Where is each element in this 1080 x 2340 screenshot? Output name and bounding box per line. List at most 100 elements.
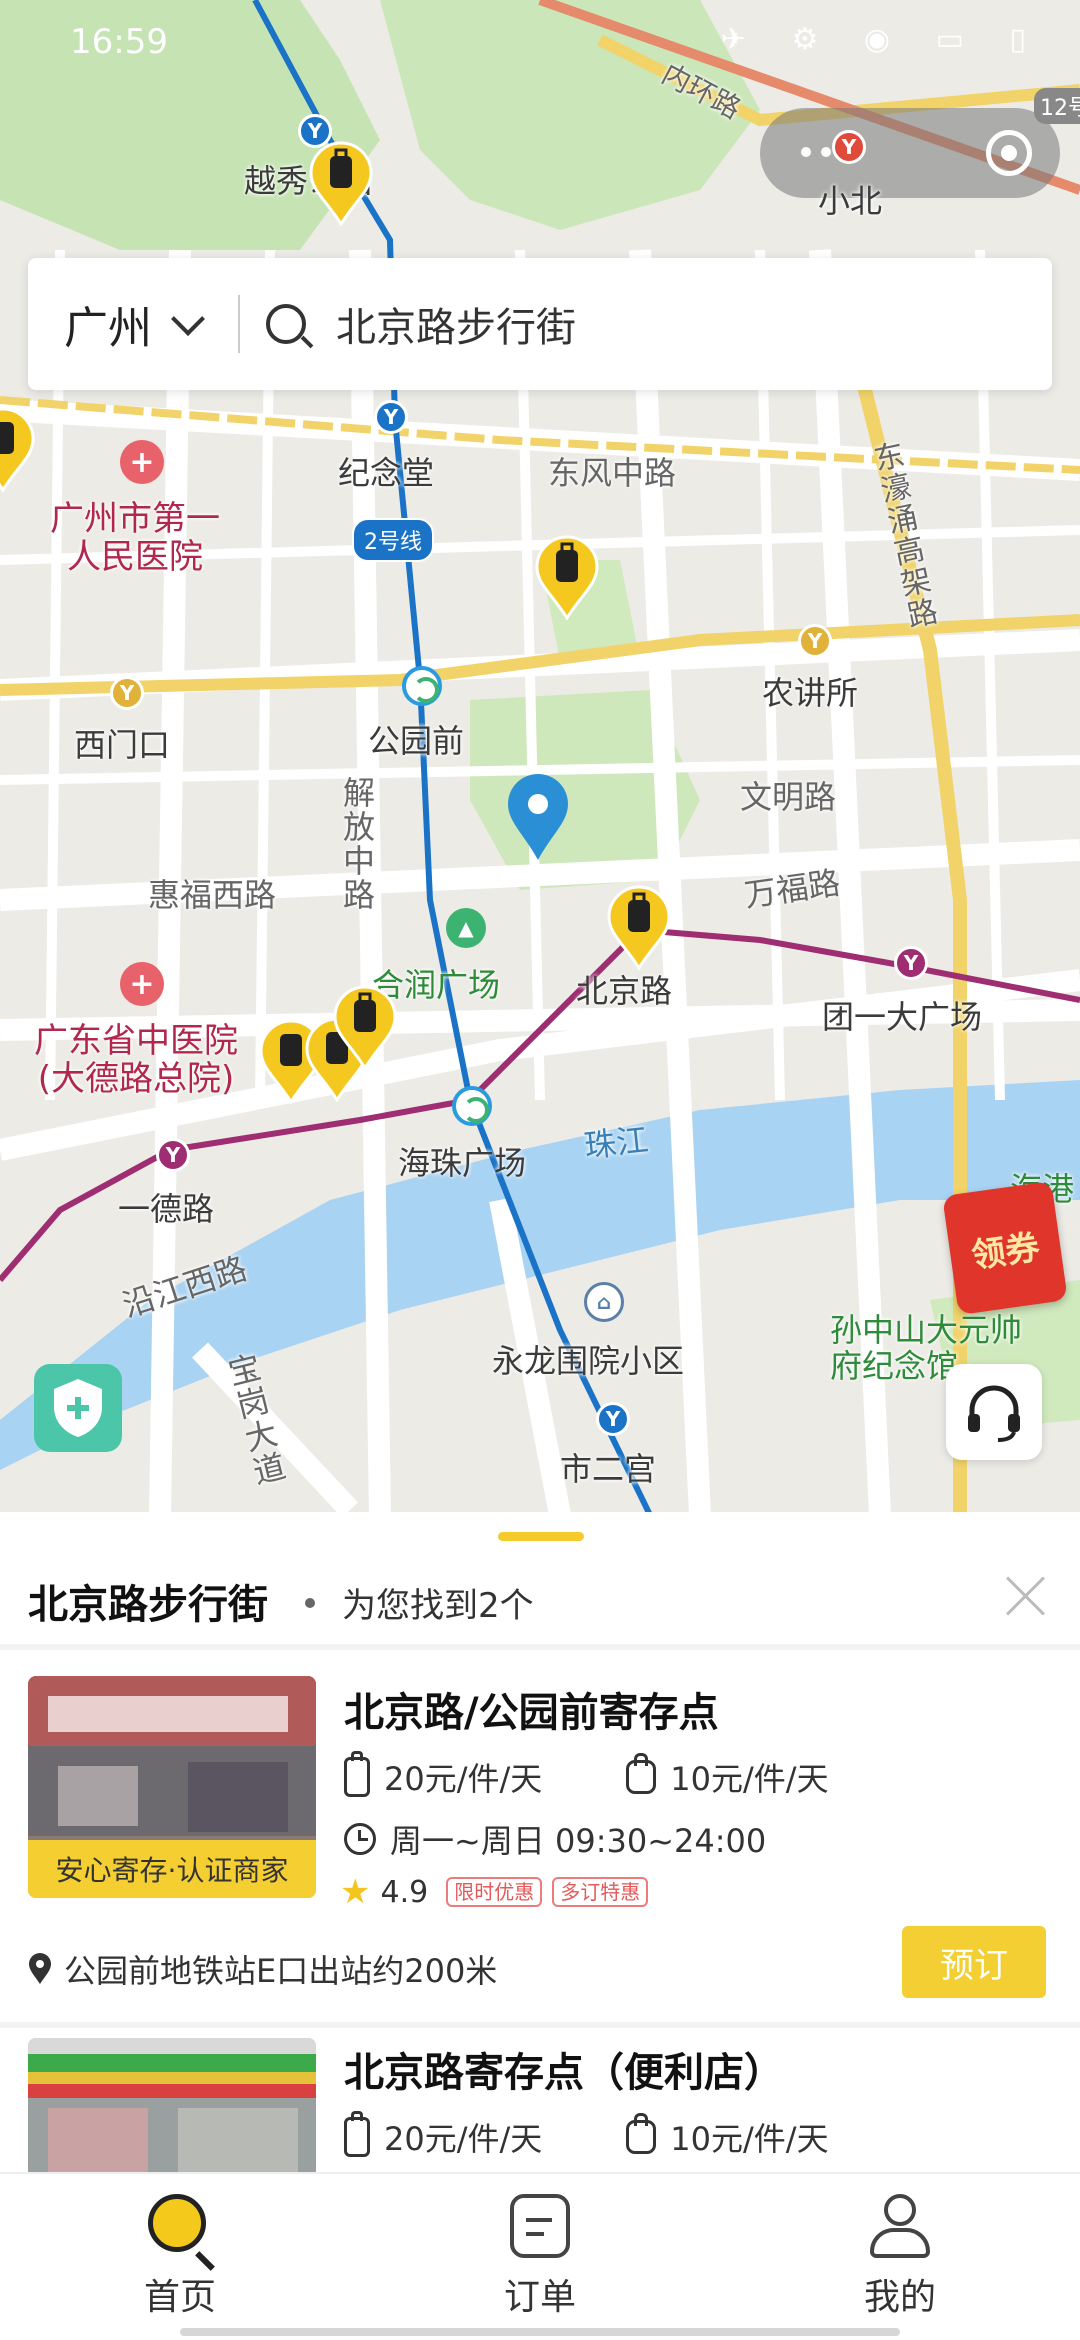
luggage-pin-icon[interactable] xyxy=(606,884,672,970)
map-label-line12: 12号 xyxy=(1034,88,1080,124)
promo-tag: 多订特惠 xyxy=(552,1877,649,1907)
metro-station-icon: Y xyxy=(156,1138,190,1172)
drag-handle[interactable] xyxy=(498,1532,584,1541)
destination-pin-icon xyxy=(508,774,568,860)
metro-station-icon: Y xyxy=(374,400,408,434)
map-label-yide: 一德路 xyxy=(118,1190,215,1228)
locate-button[interactable] xyxy=(760,108,1060,198)
store-photo: 安心寄存·认证商家 xyxy=(28,1676,316,1898)
metro-station-icon: Y xyxy=(596,1402,630,1436)
map-label-dongfeng: 东风中路 xyxy=(548,454,677,492)
search-icon xyxy=(266,304,306,344)
search-home-icon xyxy=(148,2194,215,2271)
tab-orders[interactable]: 订单 xyxy=(440,2194,640,2320)
hospital-icon: + xyxy=(120,440,164,484)
map-label-ximenkou: 西门口 xyxy=(74,726,171,764)
tab-me-label: 我的 xyxy=(863,2277,936,2318)
status-bar: 16:59 ✈ ⚙ ◉ ▭ ▯ xyxy=(0,0,1080,80)
shield-icon xyxy=(54,1379,102,1437)
map-label-xiaobei: 小北 xyxy=(818,182,883,220)
store-name: 北京路/公园前寄存点 xyxy=(344,1690,719,1736)
address-row: 公园前地铁站E口出站约200米 xyxy=(28,1946,497,1992)
opening-hours: 周一~周日 09:30~24:00 xyxy=(390,1822,767,1860)
target-icon xyxy=(986,130,1032,176)
headset-icon xyxy=(968,1385,1020,1442)
price-row: 20元/件/天 10元/件/天 xyxy=(344,2111,829,2160)
results-sheet: 北京路步行街 为您找到2个 安心寄存·认证商家 北京路/公园前寄存点 20元/件… xyxy=(0,1512,1080,2260)
community-icon: ⌂ xyxy=(584,1282,624,1322)
map-label-hospital1: 广州市第一 人民医院 xyxy=(50,499,220,577)
price-row: 20元/件/天 10元/件/天 xyxy=(344,1751,829,1800)
price-large: 20元/件/天 xyxy=(384,1760,543,1798)
luggage-pin-icon[interactable] xyxy=(332,984,398,1070)
tab-orders-label: 订单 xyxy=(503,2277,576,2318)
price-large: 20元/件/天 xyxy=(384,2120,543,2158)
search-input[interactable] xyxy=(336,301,976,347)
map-label-gongyuanqian: 公园前 xyxy=(368,722,465,760)
close-icon[interactable] xyxy=(1002,1570,1050,1618)
safety-button[interactable] xyxy=(34,1364,122,1452)
map-label-jiefang: 解放中路 xyxy=(338,776,376,912)
divider xyxy=(238,295,240,353)
book-button[interactable]: 预订 xyxy=(902,1926,1046,1998)
tab-home[interactable]: 首页 xyxy=(80,2194,280,2320)
home-indicator xyxy=(180,2328,900,2336)
metro-station-icon: Y xyxy=(832,130,866,164)
transfer-station-icon xyxy=(402,666,442,706)
star-icon: ★ xyxy=(340,1872,371,1912)
map-view[interactable]: 16:59 ✈ ⚙ ◉ ▭ ▯ 越秀公园 小北 内环路 纪念堂 东风中路 广州市… xyxy=(0,0,1080,1515)
sheet-header: 北京路步行街 为您找到2个 xyxy=(0,1562,1080,1642)
search-bar: 广州 xyxy=(28,258,1052,390)
map-label-beijinglu: 北京路 xyxy=(576,972,673,1010)
status-icons: ✈ ⚙ ◉ ▭ ▯ xyxy=(720,22,1044,57)
price-small: 10元/件/天 xyxy=(670,2120,829,2158)
separator-dot xyxy=(305,1598,315,1608)
metro-station-icon: Y xyxy=(798,624,832,658)
store-address: 公园前地铁站E口出站约200米 xyxy=(64,1952,498,1990)
luggage-pin-icon[interactable] xyxy=(308,140,374,226)
map-label-huifu: 惠福西路 xyxy=(148,876,277,914)
chevron-down-icon xyxy=(171,302,205,336)
map-label-zhujiang: 珠江 xyxy=(582,1120,651,1166)
tab-me[interactable]: 我的 xyxy=(800,2194,1000,2320)
map-label-tuanyi: 团一大广场 xyxy=(822,998,983,1036)
backpack-icon xyxy=(626,2113,657,2154)
customer-service-button[interactable] xyxy=(946,1364,1042,1460)
orders-icon xyxy=(510,2194,570,2258)
user-icon xyxy=(868,2194,932,2258)
hours-row: 周一~周日 09:30~24:00 xyxy=(344,1816,766,1862)
status-time: 16:59 xyxy=(70,22,168,62)
rating-value: 4.9 xyxy=(380,1874,429,1910)
park-icon: ▲ xyxy=(446,908,486,948)
coupon-button[interactable]: 领券 xyxy=(942,1180,1068,1316)
metro-station-icon: Y xyxy=(110,676,144,710)
metro-station-icon: Y xyxy=(894,946,928,980)
transfer-station-icon xyxy=(452,1086,492,1126)
sheet-title: 北京路步行街 xyxy=(28,1582,268,1628)
map-label-yonglong: 永龙围院小区 xyxy=(492,1342,685,1380)
map-label-jiniantang: 纪念堂 xyxy=(338,454,435,492)
map-label-hospital2: 广东省中医院 (大德路总院) xyxy=(34,1021,238,1099)
map-label-wenming: 文明路 xyxy=(740,778,837,816)
rating-row: ★ 4.9 限时优惠 多订特惠 xyxy=(340,1872,649,1912)
tab-home-label: 首页 xyxy=(143,2277,216,2318)
bottom-tab-bar: 首页 订单 我的 xyxy=(0,2172,1080,2340)
luggage-pin-icon[interactable] xyxy=(534,534,600,620)
promo-tag: 限时优惠 xyxy=(446,1877,543,1907)
luggage-icon xyxy=(344,1751,370,1797)
luggage-pin-icon[interactable] xyxy=(0,406,36,492)
divider xyxy=(0,1644,1080,1650)
map-label-shiergong: 市二宫 xyxy=(560,1450,657,1488)
result-count: 为您找到2个 xyxy=(342,1586,534,1626)
city-selector[interactable]: 广州 xyxy=(28,258,238,390)
store-name: 北京路寄存点（便利店） xyxy=(344,2050,784,2096)
hospital-icon: + xyxy=(120,962,164,1006)
store-card[interactable]: 北京路寄存点（便利店） 20元/件/天 10元/件/天 xyxy=(0,2028,1080,2260)
store-card[interactable]: 安心寄存·认证商家 北京路/公园前寄存点 20元/件/天 10元/件/天 周一~… xyxy=(0,1676,1080,2028)
city-label: 广州 xyxy=(64,303,152,354)
certified-badge: 安心寄存·认证商家 xyxy=(28,1840,316,1898)
map-label-nongjiangsuo: 农讲所 xyxy=(762,674,859,712)
luggage-icon xyxy=(344,2111,370,2157)
backpack-icon xyxy=(626,1753,657,1794)
price-small: 10元/件/天 xyxy=(670,1760,829,1798)
